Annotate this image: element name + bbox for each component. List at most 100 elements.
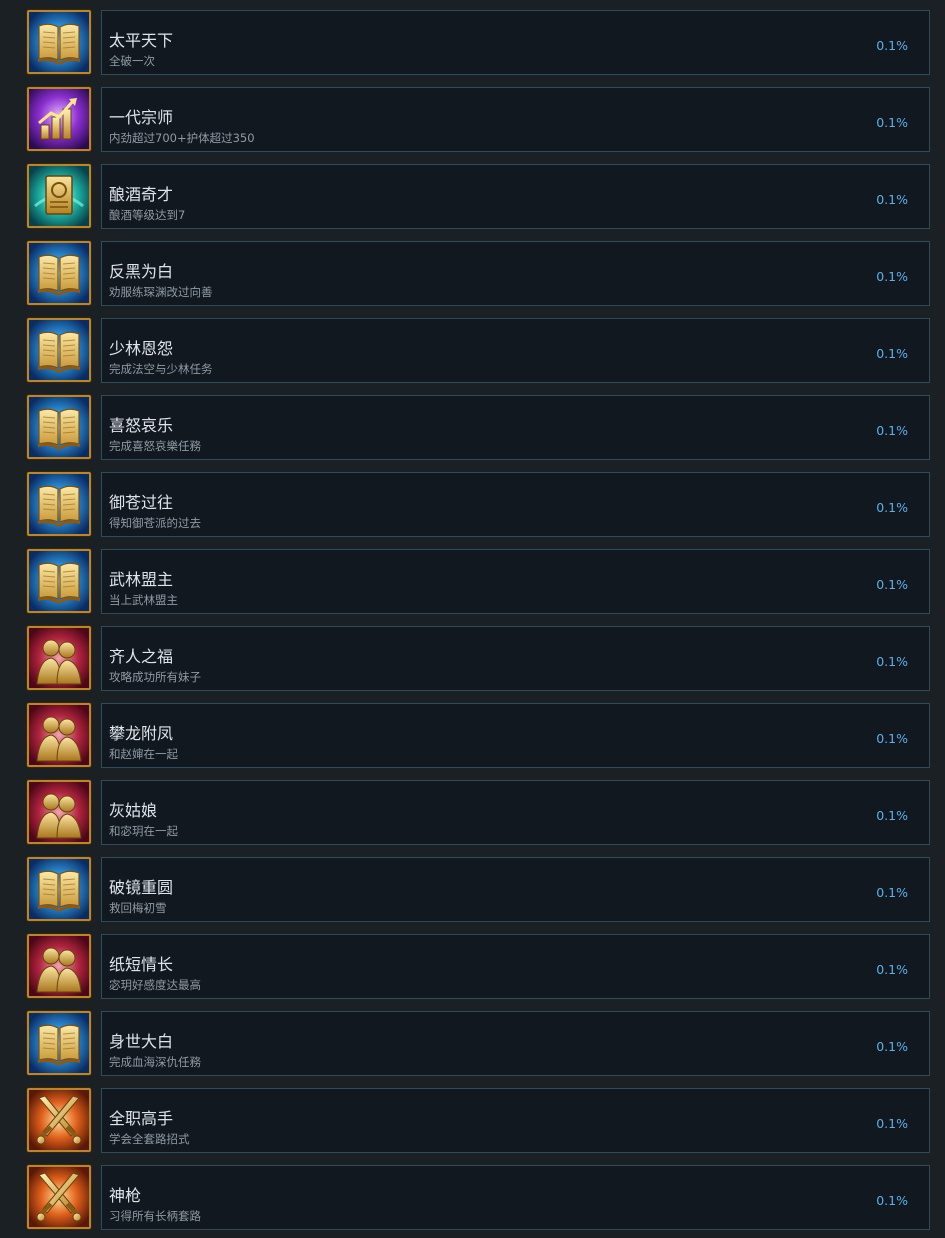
couple-icon [29,936,89,996]
unlock-percentage: 0.1% [876,885,908,900]
achievement-description: 宓玥好感度达最高 [109,978,201,992]
achievement-description: 习得所有长柄套路 [109,1209,201,1223]
book-icon [29,12,89,72]
achievement-panel[interactable]: 破镜重圆救回梅初雪 0.1% [101,857,930,922]
wine-scroll-icon [29,166,89,226]
achievement-description: 内劲超过700+护体超过350 [109,131,255,145]
achievement-title: 少林恩怨 [109,339,174,358]
unlock-percentage: 0.1% [876,577,908,592]
achievement-title: 御苍过往 [109,493,174,512]
achievement-icon-frame [27,1165,91,1229]
achievement-panel[interactable]: 酿酒奇才酿酒等级达到7 0.1% [101,164,930,229]
achievement-description: 攻略成功所有妹子 [109,670,201,684]
achievement-icon-frame [27,703,91,767]
achievement-title: 全职高手 [109,1109,174,1128]
achievement-panel[interactable]: 纸短情长 宓玥好感度达最高 0.1% [101,934,930,999]
couple-icon [29,782,89,842]
book-icon [29,243,89,303]
achievement-title: 攀龙附凤 [109,724,174,743]
achievement-description: 完成喜怒哀樂任務 [109,439,201,453]
achievement-description: 得知御苍派的过去 [109,516,201,530]
achievement-panel[interactable]: 一代宗师 内劲超过700+护体超过350 0.1% [101,87,930,152]
achievement-title: 纸短情长 [109,955,174,974]
achievement-row[interactable]: 灰姑娘 和宓玥在一起 0.1% [0,780,945,846]
achievement-row[interactable]: 破镜重圆救回梅初雪 0.1% [0,857,945,923]
unlock-percentage: 0.1% [876,1039,908,1054]
achievement-row[interactable]: 少林恩怨完成法空与少林任务 0.1% [0,318,945,384]
achievement-icon-frame [27,857,91,921]
achievement-row[interactable]: 纸短情长 宓玥好感度达最高 0.1% [0,934,945,1000]
book-icon [29,320,89,380]
achievement-title: 一代宗师 [109,108,174,127]
achievement-panel[interactable]: 神枪 习得所有长柄套路 0.1% [101,1165,930,1230]
achievement-description: 当上武林盟主 [109,593,178,607]
achievement-icon-frame [27,780,91,844]
achievement-icon-frame [27,1088,91,1152]
achievement-panel[interactable]: 少林恩怨完成法空与少林任务 0.1% [101,318,930,383]
crossed-swords-icon [29,1090,89,1150]
achievement-description: 学会全套路招式 [109,1132,190,1146]
achievement-icon-frame [27,626,91,690]
unlock-percentage: 0.1% [876,1116,908,1131]
book-icon [29,397,89,457]
achievement-row[interactable]: 反黑为白 劝服练琛渊改过向善 0.1% [0,241,945,307]
achievement-icon-frame [27,318,91,382]
achievement-panel[interactable]: 喜怒哀乐 完成喜怒哀樂任務 0.1% [101,395,930,460]
achievement-panel[interactable]: 反黑为白 劝服练琛渊改过向善 0.1% [101,241,930,306]
achievement-description: 和赵婶在一起 [109,747,178,761]
achievement-description: 酿酒等级达到7 [109,208,186,222]
achievement-row[interactable]: 齐人之福 攻略成功所有妹子 0.1% [0,626,945,692]
achievement-row[interactable]: 御苍过往得知御苍派的过去 0.1% [0,472,945,538]
achievement-panel[interactable]: 攀龙附凤 和赵婶在一起 0.1% [101,703,930,768]
achievement-panel[interactable]: 身世大白 完成血海深仇任務 0.1% [101,1011,930,1076]
achievement-row[interactable]: 酿酒奇才酿酒等级达到7 0.1% [0,164,945,230]
achievement-title: 武林盟主 [109,570,174,589]
achievement-icon-frame [27,472,91,536]
achievement-icon-frame [27,10,91,74]
achievement-description: 完成血海深仇任務 [109,1055,201,1069]
achievement-row[interactable]: 武林盟主当上武林盟主 0.1% [0,549,945,615]
achievement-description: 救回梅初雪 [109,901,167,915]
achievement-row[interactable]: 全职高手学会全套路招式 0.1% [0,1088,945,1154]
achievement-panel[interactable]: 御苍过往得知御苍派的过去 0.1% [101,472,930,537]
achievement-title: 神枪 [109,1186,142,1205]
achievement-icon-frame [27,549,91,613]
achievement-panel[interactable]: 灰姑娘 和宓玥在一起 0.1% [101,780,930,845]
achievement-icon-frame [27,164,91,228]
crossed-swords-icon [29,1167,89,1227]
achievement-title: 齐人之福 [109,647,174,666]
achievement-row[interactable]: 喜怒哀乐 完成喜怒哀樂任務 0.1% [0,395,945,461]
book-icon [29,859,89,919]
achievement-icon-frame [27,1011,91,1075]
achievement-icon-frame [27,934,91,998]
unlock-percentage: 0.1% [876,346,908,361]
achievement-row[interactable]: 攀龙附凤 和赵婶在一起 0.1% [0,703,945,769]
achievement-panel[interactable]: 武林盟主当上武林盟主 0.1% [101,549,930,614]
achievement-title: 灰姑娘 [109,801,158,820]
achievement-icon-frame [27,395,91,459]
achievement-panel[interactable]: 齐人之福 攻略成功所有妹子 0.1% [101,626,930,691]
achievement-title: 反黑为白 [109,262,174,281]
achievement-list: 太平天下全破一次 0.1% 一代宗师内劲超过700+护体超过350 0.1% [0,0,945,1238]
achievement-row[interactable]: 身世大白 完成血海深仇任務 0.1% [0,1011,945,1077]
achievement-row[interactable]: 神枪 习得所有长柄套路 0.1% [0,1165,945,1231]
achievement-icon-frame [27,241,91,305]
achievement-description: 全破一次 [109,54,155,68]
achievement-title: 破镜重圆 [109,878,174,897]
achievement-icon-frame [27,87,91,151]
achievement-title: 太平天下 [109,31,174,50]
stats-icon [29,89,89,149]
unlock-percentage: 0.1% [876,500,908,515]
achievement-description: 完成法空与少林任务 [109,362,213,376]
achievement-description: 劝服练琛渊改过向善 [109,285,213,299]
achievement-description: 和宓玥在一起 [109,824,178,838]
achievement-panel[interactable]: 太平天下 全破一次 0.1% [101,10,930,75]
achievement-panel[interactable]: 全职高手学会全套路招式 0.1% [101,1088,930,1153]
book-icon [29,551,89,611]
achievement-row[interactable]: 太平天下 全破一次 0.1% [0,10,945,76]
achievement-title: 酿酒奇才 [109,185,174,204]
book-icon [29,1013,89,1073]
unlock-percentage: 0.1% [876,192,908,207]
book-icon [29,474,89,534]
achievement-row[interactable]: 一代宗师 内劲超过700+护体超过350 0.1% [0,87,945,153]
